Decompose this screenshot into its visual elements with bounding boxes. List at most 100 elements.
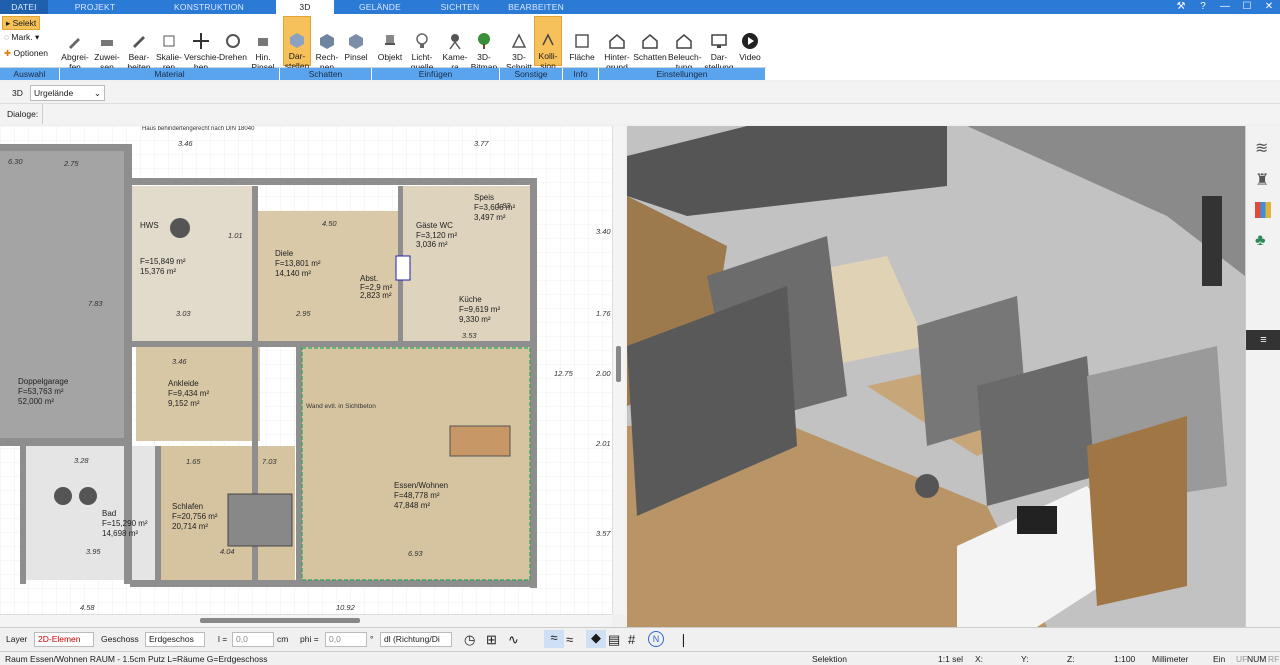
- plan-horizontal-scrollbar[interactable]: [0, 614, 612, 627]
- palette-icon[interactable]: [1255, 202, 1271, 218]
- wave-alt-icon[interactable]: ≈: [566, 632, 573, 647]
- flaeche-label: Fläche: [569, 52, 595, 62]
- skalieren-button[interactable]: Skalie-ren: [154, 32, 184, 72]
- ribbon: ▸ Selekt ◌ Mark. ▾ ✚ Optionen Abgrei-fen…: [0, 14, 766, 72]
- plan-vertical-scrollbar[interactable]: [612, 126, 625, 614]
- bitmap-button[interactable]: 3D-Bitmap: [470, 32, 498, 72]
- drehen-button[interactable]: Drehen: [218, 32, 248, 62]
- options-button[interactable]: ✚ Optionen: [4, 47, 48, 59]
- status-z: Z:: [1067, 654, 1075, 664]
- flaeche-button[interactable]: Fläche: [567, 32, 597, 62]
- hin-pinsel-button[interactable]: Hin. Pinsel: [250, 32, 276, 72]
- darstellung-button[interactable]: Dar-stellung: [703, 32, 735, 72]
- video-label: Video: [739, 52, 761, 62]
- ribbon-tab-bar: DATEI PROJEKT KONSTRUKTION 3D GELÄNDE SI…: [0, 0, 1280, 14]
- room-essen-a: 47,848 m²: [394, 501, 430, 510]
- dim-label: 7.83: [88, 299, 103, 308]
- tab-projekt[interactable]: PROJEKT: [48, 0, 142, 14]
- floor-select[interactable]: Erdgeschos: [145, 632, 205, 647]
- hatch-icon[interactable]: ▤: [608, 632, 620, 648]
- tab-gelaende[interactable]: GELÄNDE: [334, 0, 426, 14]
- room-essen-f: F=48,778 m²: [394, 491, 440, 500]
- side-toolbar: ≋ ♜ ♣ ≡: [1245, 126, 1280, 627]
- kamera-button[interactable]: Kame-ra: [440, 32, 470, 72]
- l-input[interactable]: 0,0: [232, 632, 274, 647]
- objekt-button[interactable]: Objekt: [375, 32, 405, 62]
- grid-icon[interactable]: #: [628, 632, 635, 647]
- dim-label: 12.75: [554, 369, 574, 378]
- tools-icon[interactable]: ⚒: [1170, 0, 1192, 14]
- status-scale: 1:1 sel: [938, 654, 964, 664]
- room-abst-a: 2,823 m²: [360, 291, 392, 300]
- terrain-select[interactable]: Urgelände ⌄: [30, 85, 105, 101]
- close-button[interactable]: ✕: [1258, 0, 1280, 14]
- tab-konstruktion[interactable]: KONSTRUKTION: [142, 0, 276, 14]
- ruler-icon[interactable]: ⊞: [486, 632, 497, 648]
- rechnen-button[interactable]: Rech-nen: [313, 32, 341, 72]
- room-schlafen-name: Schlafen: [172, 502, 203, 511]
- maximize-button[interactable]: ☐: [1236, 0, 1258, 14]
- north-icon[interactable]: N: [648, 631, 664, 647]
- status-bar: Raum Essen/Wohnen RAUM - 1.5cm Putz L=Rä…: [0, 651, 1280, 665]
- house-bg-icon: [609, 34, 625, 49]
- pin-icon[interactable]: ❘: [678, 632, 689, 648]
- abgreifen-button[interactable]: Abgrei-fen: [60, 32, 90, 72]
- mark-button[interactable]: ◌ Mark. ▾: [4, 31, 39, 43]
- room-ankleide-a: 9,152 m²: [168, 399, 200, 408]
- rotate-icon: [226, 34, 240, 48]
- scroll-thumb[interactable]: [200, 618, 360, 623]
- layer-value: 2D-Elemen: [38, 634, 81, 644]
- dim-label: 3.53: [462, 331, 477, 340]
- bearbeiten-button[interactable]: Bear-beiten: [124, 32, 154, 72]
- room-ankleide-f: F=9,434 m²: [168, 389, 209, 398]
- plan-note: Haus behindertengerecht nach DIN 18040: [142, 126, 255, 132]
- tab-sichten[interactable]: SICHTEN: [426, 0, 494, 14]
- verschieben-button[interactable]: Verschie-ben: [184, 32, 219, 72]
- status-y: Y:: [1021, 654, 1029, 664]
- kollision-button[interactable]: Kolli-sion: [534, 16, 562, 71]
- lichtquelle-button[interactable]: Licht-quelle: [407, 32, 437, 72]
- dialog-label: Dialoge:: [7, 109, 39, 119]
- chair-icon[interactable]: ♜: [1255, 170, 1269, 190]
- schnitt-button[interactable]: 3D-Schnitt: [505, 32, 533, 72]
- group-einfuegen: Einfügen: [372, 68, 500, 80]
- menu-icon[interactable]: ≡: [1246, 330, 1280, 350]
- tab-datei[interactable]: DATEI: [0, 0, 48, 14]
- tab-bearbeiten[interactable]: BEARBEITEN: [494, 0, 578, 14]
- select-button[interactable]: ▸ Selekt: [2, 16, 41, 30]
- minimize-button[interactable]: —: [1214, 0, 1236, 14]
- zuweisen-button[interactable]: Zuwei-sen: [92, 32, 122, 72]
- video-button[interactable]: Video: [737, 32, 763, 62]
- schatten-einst-button[interactable]: Schatten: [633, 32, 667, 62]
- terrain-value: Urgelände: [34, 88, 74, 98]
- floor-plan-canvas[interactable]: HWS F=15,849 m² 15,376 m² Diele F=13,801…: [0, 126, 612, 614]
- schatten-pinsel-button[interactable]: Pinsel: [343, 32, 369, 62]
- stove-icon: [395, 255, 411, 281]
- scroll-thumb[interactable]: [616, 346, 621, 382]
- dim-label: 3.77: [474, 139, 489, 148]
- status-unit: Millimeter: [1152, 654, 1189, 664]
- wave-icon[interactable]: ≈: [544, 630, 564, 648]
- room-speis-a: 3,497 m²: [474, 213, 506, 222]
- help-icon[interactable]: ?: [1192, 0, 1214, 14]
- mark-label: Mark.: [11, 32, 33, 42]
- direction-select[interactable]: dl (Richtung/Di: [380, 632, 452, 647]
- tree-icon[interactable]: ♣: [1255, 232, 1266, 250]
- section-icon: [511, 33, 527, 48]
- curve-icon[interactable]: ∿: [508, 632, 519, 648]
- beleuchtung-button[interactable]: Beleuch-tung: [668, 32, 702, 72]
- hintergrund-button[interactable]: Hinter-grund: [601, 32, 633, 72]
- tab-3d[interactable]: 3D: [276, 0, 334, 14]
- 3d-viewport[interactable]: [627, 126, 1245, 627]
- status-x: X:: [975, 654, 984, 664]
- scale-icon: [163, 35, 175, 47]
- snap-icon[interactable]: ◆: [586, 630, 606, 648]
- edit-icon: [133, 36, 145, 48]
- layers-icon[interactable]: ≋: [1255, 138, 1268, 158]
- darstellen-button[interactable]: Dar-stellen: [283, 16, 311, 71]
- l-label: l =: [218, 634, 228, 644]
- phi-input[interactable]: 0,0: [325, 632, 367, 647]
- floor-plan-drawing: HWS F=15,849 m² 15,376 m² Diele F=13,801…: [0, 126, 612, 614]
- layer-select[interactable]: 2D-Elemen: [34, 632, 94, 647]
- clock-icon[interactable]: ◷: [464, 632, 475, 648]
